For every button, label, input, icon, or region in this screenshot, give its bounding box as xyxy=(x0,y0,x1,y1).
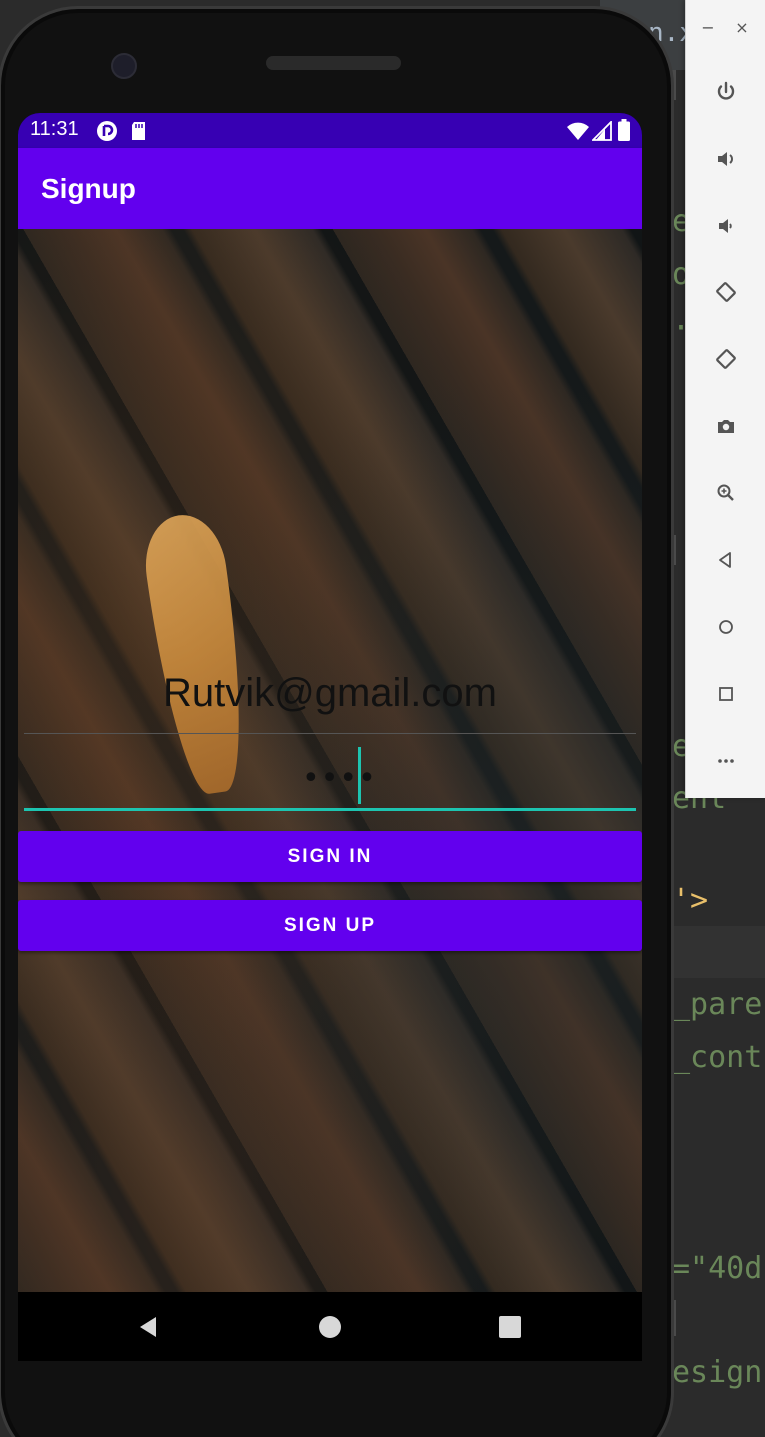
rotate-right-button[interactable] xyxy=(706,339,746,379)
email-field[interactable]: Rutvik@gmail.com xyxy=(24,671,636,735)
email-value: Rutvik@gmail.com xyxy=(162,671,497,715)
email-underline xyxy=(24,733,636,734)
zoom-button[interactable] xyxy=(706,473,746,513)
close-button[interactable]: × xyxy=(730,16,754,40)
app-bar: Signup xyxy=(18,148,642,229)
rotate-right-icon xyxy=(716,349,736,369)
ide-current-line xyxy=(672,926,765,978)
phone-screen: 11:31 Signup Rutvik@gmail.com •••• SIGN … xyxy=(18,113,642,1361)
back-icon xyxy=(719,552,731,568)
page-title: Signup xyxy=(41,173,136,204)
volume-up-icon xyxy=(718,152,733,166)
password-underline xyxy=(24,808,636,811)
status-time: 11:31 xyxy=(30,118,79,140)
nav-home-icon[interactable] xyxy=(317,1314,343,1340)
ide-code-line: esign xyxy=(672,1355,763,1390)
power-icon xyxy=(717,81,735,100)
signup-content: Rutvik@gmail.com •••• SIGN IN SIGN UP xyxy=(18,229,642,1292)
home-icon xyxy=(719,620,733,634)
emulator-overview-button[interactable] xyxy=(706,674,746,714)
ide-code-line: _cont xyxy=(672,1040,763,1075)
volume-down-icon xyxy=(719,219,732,233)
nav-back-icon[interactable] xyxy=(136,1314,162,1340)
notification-app-icon xyxy=(97,121,117,141)
ide-code-line: '> xyxy=(672,883,709,918)
camera-icon xyxy=(718,420,734,433)
emulator-back-button[interactable] xyxy=(706,540,746,580)
sign-in-button[interactable]: SIGN IN xyxy=(18,831,642,882)
battery-icon xyxy=(618,119,630,141)
sd-card-icon xyxy=(132,122,145,140)
zoom-icon xyxy=(717,484,734,501)
front-camera xyxy=(111,53,137,79)
emulator-toolbar: − × xyxy=(685,0,765,798)
minimize-button[interactable]: − xyxy=(696,16,720,40)
screenshot-button[interactable] xyxy=(706,406,746,446)
password-value: •••• xyxy=(302,761,377,796)
ide-code-line: ="40d xyxy=(672,1251,763,1286)
more-button[interactable] xyxy=(706,741,746,781)
desktop: n.x e o · e ent '> _pare _cont ="40d esign − × xyxy=(0,0,765,1437)
wifi-icon xyxy=(567,122,589,140)
overview-icon xyxy=(719,687,733,701)
volume-up-button[interactable] xyxy=(706,139,746,179)
rotate-left-button[interactable] xyxy=(706,272,746,312)
nav-overview-icon[interactable] xyxy=(497,1314,523,1340)
power-button[interactable] xyxy=(706,72,746,112)
navigation-bar xyxy=(18,1292,642,1361)
earpiece-speaker xyxy=(266,56,401,70)
ide-code-line: _pare xyxy=(672,987,763,1022)
volume-down-button[interactable] xyxy=(706,206,746,246)
signal-icon xyxy=(592,121,612,141)
text-cursor xyxy=(358,747,361,804)
sign-up-button[interactable]: SIGN UP xyxy=(18,900,642,951)
rotate-left-icon xyxy=(716,282,736,302)
more-icon xyxy=(718,759,734,763)
password-field[interactable]: •••• xyxy=(24,747,636,813)
emulator-home-button[interactable] xyxy=(706,607,746,647)
status-bar: 11:31 xyxy=(18,113,642,148)
